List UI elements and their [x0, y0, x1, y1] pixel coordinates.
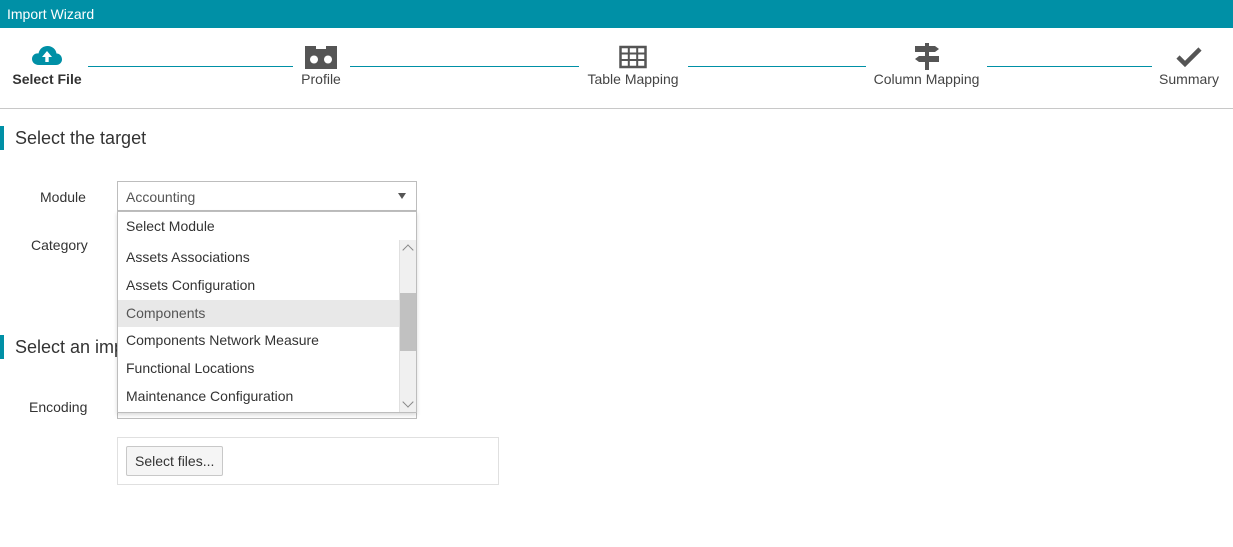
window-title: Import Wizard [7, 6, 95, 22]
step-label: Column Mapping [873, 71, 980, 87]
chevron-down-icon [398, 193, 406, 199]
list-item[interactable]: Components Network Measure [118, 327, 400, 355]
category-label: Category [31, 237, 88, 253]
list-item[interactable]: Assets Associations [118, 244, 400, 272]
step-table-mapping[interactable]: Table Mapping [583, 42, 683, 87]
step-connector [688, 66, 866, 67]
file-section-title: Select an imp [0, 335, 124, 359]
chevron-down-icon[interactable] [402, 396, 414, 408]
module-select[interactable]: Accounting [117, 181, 417, 211]
table-icon [619, 45, 647, 69]
signpost-icon [914, 43, 939, 70]
list-item[interactable]: Assets Configuration [118, 272, 400, 300]
step-label: Select File [12, 71, 82, 87]
encoding-label: Encoding [29, 399, 88, 415]
dropdown-scrollbar[interactable] [399, 240, 416, 412]
select-files-button[interactable]: Select files... [126, 446, 224, 476]
step-profile[interactable]: Profile [290, 42, 352, 87]
step-summary[interactable]: Summary [1155, 42, 1223, 87]
list-item[interactable]: Functional Locations [118, 355, 400, 383]
step-label: Summary [1159, 71, 1219, 87]
dropdown-options: Assets Associations Assets Configuration… [118, 244, 400, 411]
module-label: Module [40, 189, 86, 205]
step-connector [88, 66, 293, 67]
module-select-value: Accounting [126, 189, 196, 205]
step-label: Profile [301, 71, 341, 87]
checkmark-icon [1176, 47, 1202, 68]
dropdown-header[interactable]: Select Module [126, 218, 215, 234]
list-item[interactable]: Maintenance Configuration [118, 383, 400, 411]
step-select-file[interactable]: Select File [8, 42, 86, 87]
file-upload-zone[interactable]: Select files... [117, 437, 499, 485]
scrollbar-thumb[interactable] [400, 293, 416, 351]
chevron-up-icon[interactable] [402, 244, 414, 256]
list-item[interactable]: Components [118, 299, 400, 328]
title-bar: Import Wizard [0, 0, 1233, 28]
module-dropdown-list[interactable]: Select Module Assets Associations Assets… [117, 211, 417, 413]
profile-icon [305, 46, 337, 69]
step-connector [350, 66, 579, 67]
step-column-mapping[interactable]: Column Mapping [869, 42, 984, 87]
wizard-stepper: Select File Profile Table Mapping Column… [0, 28, 1233, 109]
step-connector [987, 66, 1152, 67]
target-section-title: Select the target [0, 126, 146, 150]
step-label: Table Mapping [587, 71, 679, 87]
cloud-upload-icon [32, 46, 62, 65]
